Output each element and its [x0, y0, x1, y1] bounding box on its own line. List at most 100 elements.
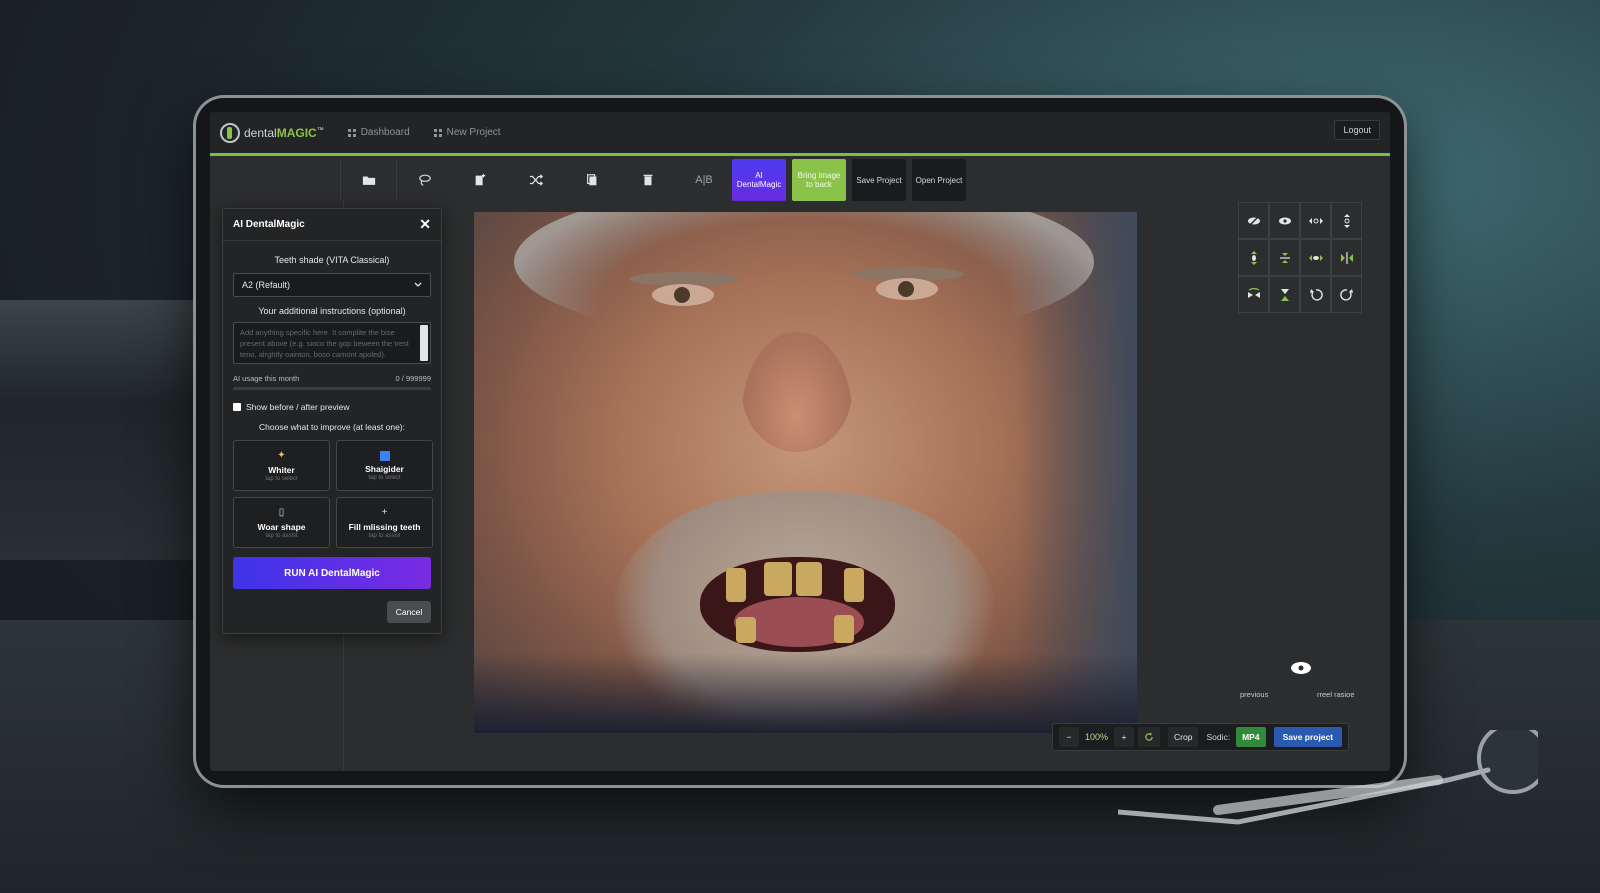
tool-delete[interactable] [620, 159, 676, 201]
tool-move-vertical[interactable] [1238, 239, 1269, 276]
app-screen: dentalMAGIC™ Dashboard New Project Logou… [210, 112, 1390, 771]
photo-eye [652, 284, 714, 306]
photo-hair [514, 212, 1094, 342]
photo-tooth [796, 562, 822, 596]
option-label: Fill mlissing teeth [348, 521, 421, 532]
option-fill-missing[interactable]: + Fill mlissing teeth tap to assist [336, 497, 433, 548]
previous-link[interactable]: previous [1240, 690, 1268, 699]
option-whiter[interactable]: ✦ Whiter tap to select [233, 440, 330, 491]
ai-dentalmagic-button[interactable]: AI DentalMagic [732, 159, 786, 201]
photo-eye [876, 278, 938, 300]
next-link[interactable]: rreel rasioe [1317, 690, 1355, 699]
option-shape[interactable]: ▯ Woar shape tap to assist [233, 497, 330, 548]
cancel-button[interactable]: Cancel [387, 601, 431, 623]
option-hint: tap to select [265, 475, 298, 482]
nav-new-project-label: New Project [446, 127, 501, 138]
background-object [0, 300, 210, 560]
tool-lasso[interactable] [396, 159, 452, 201]
textarea-scrollbar[interactable] [420, 325, 428, 361]
patient-photo-canvas[interactable] [474, 212, 1137, 733]
instructions-label: Your additional instructions (optional) [258, 306, 406, 316]
sparkle-icon: ✦ [277, 449, 286, 461]
eye-icon [1291, 662, 1311, 674]
photo-nose [742, 332, 852, 452]
flip-horizontal-icon [1247, 287, 1260, 298]
usage-row: AI usage this month 0 / 999999 [233, 374, 431, 383]
shade-label: Teeth shade (VITA Classical) [274, 255, 390, 265]
logo-icon [220, 122, 240, 143]
usage-label: AI usage this month [233, 374, 300, 383]
stretch-vertical-icon [1343, 213, 1350, 228]
bring-image-to-back-button[interactable]: Bring image to back [792, 159, 846, 201]
tool-mirror-horizontal[interactable] [1331, 239, 1362, 276]
tool-ab-compare[interactable]: A|B [676, 159, 732, 201]
tool-stretch-vertical[interactable] [1331, 202, 1362, 239]
main-toolbar: A|B AI DentalMagic Bring image to back S… [340, 159, 972, 201]
usage-progress-bar [233, 387, 431, 390]
tool-move-horizontal[interactable] [1300, 239, 1331, 276]
option-hint: tap to select [368, 474, 401, 481]
open-project-button[interactable]: Open Project [912, 159, 966, 201]
option-label: Shaigider [365, 463, 404, 474]
eye-icon [1278, 217, 1291, 224]
tool-shuffle[interactable] [508, 159, 564, 201]
plus-icon: + [381, 506, 388, 518]
tool-flip-vertical[interactable] [1269, 276, 1300, 313]
dental-mirror-prop [1118, 730, 1538, 825]
lasso-icon [418, 174, 431, 186]
nav-dashboard[interactable]: Dashboard [347, 127, 410, 138]
photo-tooth [834, 615, 854, 643]
toggle-view-button[interactable] [1290, 660, 1312, 681]
tool-hide[interactable] [1238, 202, 1269, 239]
photo-tooth [736, 617, 756, 643]
app-logo[interactable]: dentalMAGIC™ [220, 122, 324, 143]
logo-text: dentalMAGIC™ [244, 125, 324, 140]
instructions-textarea[interactable]: Add anything specific here. It complite … [233, 322, 431, 364]
copy-icon [587, 174, 597, 186]
close-icon[interactable]: ✕ [419, 216, 431, 233]
preview-toggle[interactable]: Show before / after preview [233, 402, 431, 412]
option-label: Woar shape [257, 521, 306, 532]
tool-rotate-left[interactable] [1300, 276, 1331, 313]
photo-tooth [764, 562, 792, 596]
zoom-level: 100% [1085, 732, 1109, 742]
transform-tools [1238, 202, 1363, 313]
shade-select-value: A2 (Refault) [242, 280, 291, 290]
folder-icon [362, 176, 375, 185]
tool-compress-vertical[interactable] [1269, 239, 1300, 276]
preview-label: Show before / after preview [246, 402, 350, 412]
logout-button[interactable]: Logout [1334, 120, 1380, 140]
panel-header: AI DentalMagic ✕ [223, 209, 441, 241]
tool-open-folder[interactable] [340, 159, 396, 201]
straighten-icon [379, 450, 390, 461]
tool-show[interactable] [1269, 202, 1300, 239]
photo-shirt [474, 653, 1137, 733]
nav-dashboard-label: Dashboard [360, 127, 410, 138]
new-page-icon [475, 173, 486, 186]
tool-copy[interactable] [564, 159, 620, 201]
tool-stretch-horizontal[interactable] [1300, 202, 1331, 239]
rotate-right-icon [1339, 288, 1353, 301]
option-label: Whiter [268, 464, 295, 475]
zoom-out-button[interactable]: − [1059, 727, 1079, 747]
flip-vertical-icon [1280, 288, 1289, 301]
tool-rotate-right[interactable] [1331, 276, 1362, 313]
rotate-left-icon [1309, 288, 1323, 301]
eye-off-icon [1247, 214, 1260, 227]
save-project-toolbar-button[interactable]: Save Project [852, 159, 906, 201]
photo-tooth [726, 568, 746, 602]
option-hint: tap to assist [368, 532, 401, 539]
tablet-frame: dentalMAGIC™ Dashboard New Project Logou… [196, 98, 1404, 785]
preview-checkbox[interactable] [233, 403, 241, 411]
shade-select[interactable]: A2 (Refault) [233, 273, 431, 297]
option-straighter[interactable]: Shaigider tap to select [336, 440, 433, 491]
mirror-horizontal-icon [1340, 251, 1353, 264]
panel-title: AI DentalMagic [233, 219, 305, 230]
tool-new-page[interactable] [452, 159, 508, 201]
compress-vertical-icon [1279, 252, 1290, 263]
run-ai-button[interactable]: RUN AI DentalMagic [233, 557, 431, 589]
tool-flip-horizontal[interactable] [1238, 276, 1269, 313]
top-navbar: dentalMAGIC™ Dashboard New Project Logou… [210, 112, 1390, 156]
nav-new-project[interactable]: New Project [433, 127, 501, 138]
chevron-down-icon [414, 282, 422, 287]
